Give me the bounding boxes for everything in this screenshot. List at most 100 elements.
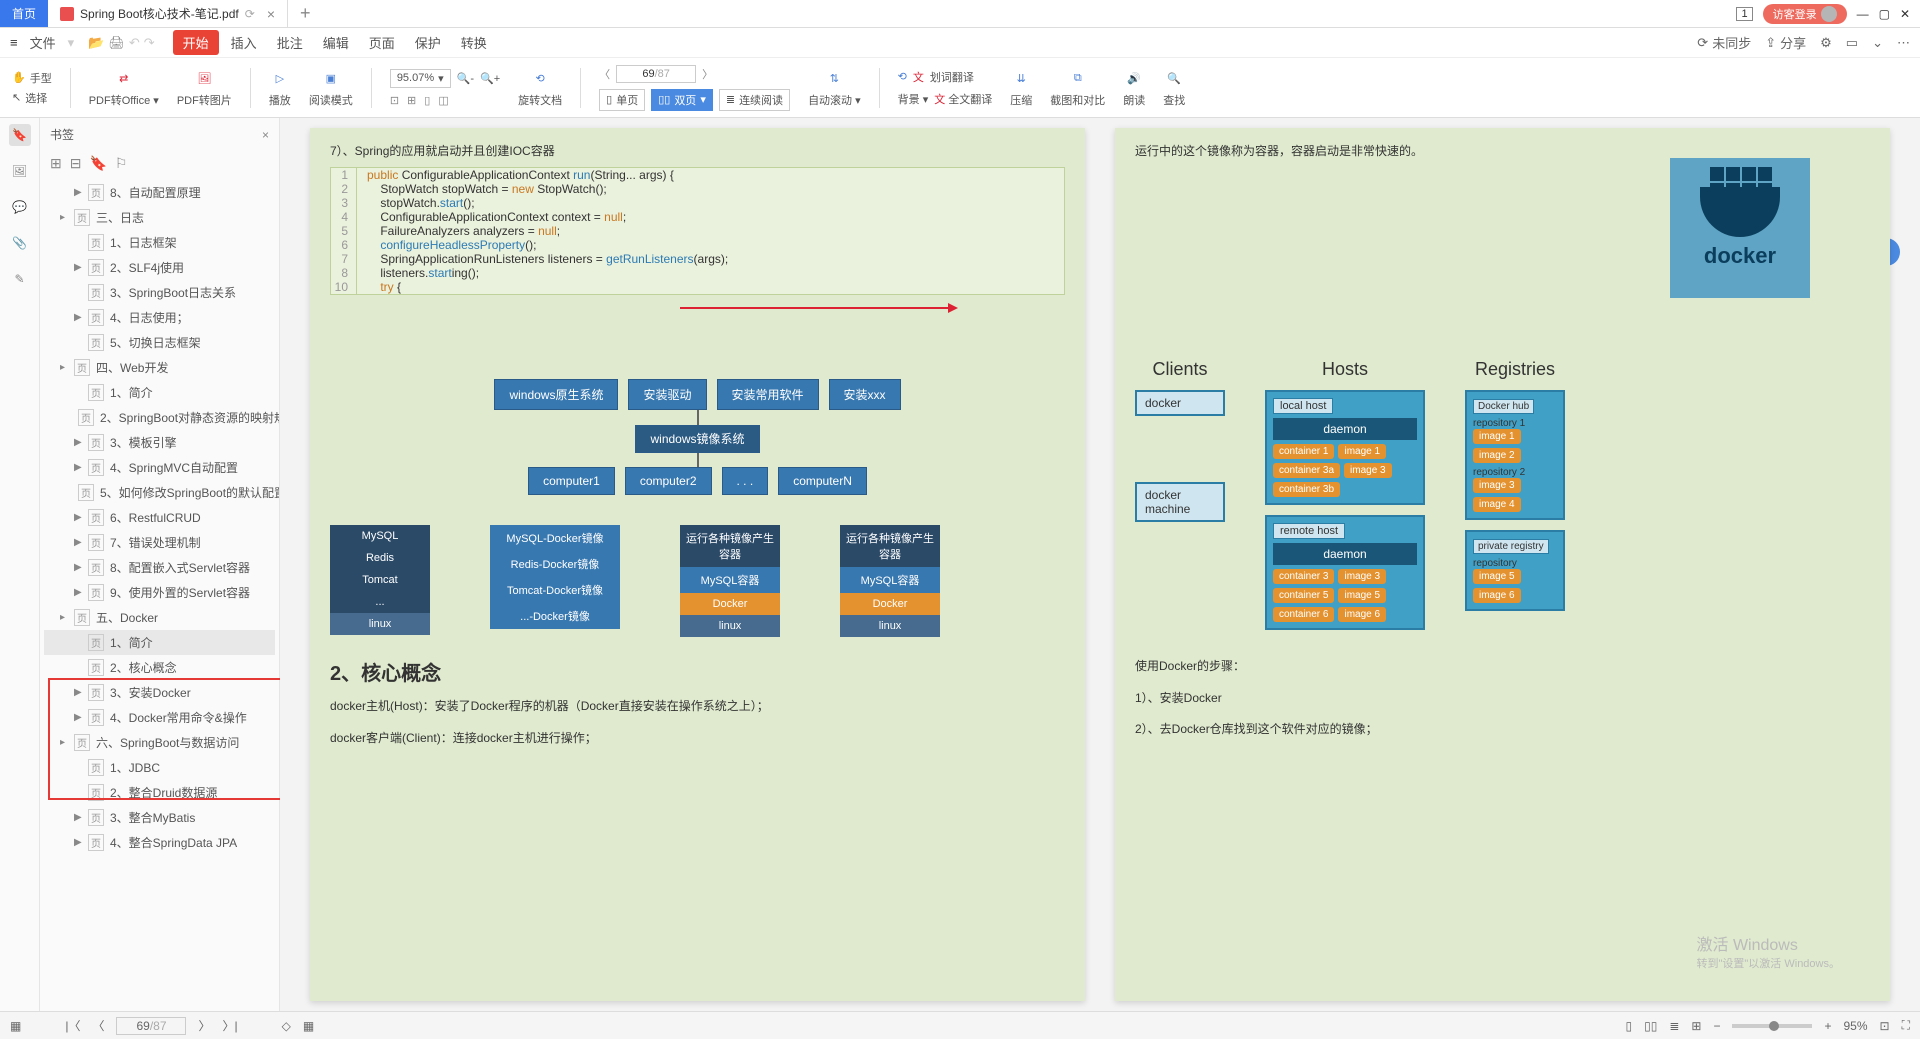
bookmark-item[interactable]: ▶页8、自动配置原理 bbox=[44, 180, 275, 205]
tool-screenshot[interactable]: ⧉截图和对比 bbox=[1050, 68, 1105, 108]
bookmark-item[interactable]: ▶页4、整合SpringData JPA bbox=[44, 830, 275, 855]
bookmark-item[interactable]: ▶页9、使用外置的Servlet容器 bbox=[44, 580, 275, 605]
tool-bg[interactable]: 背景 ▾ bbox=[898, 91, 929, 107]
bookmark-item[interactable]: ▸页五、Docker bbox=[44, 605, 275, 630]
bookmark-item[interactable]: 页3、SpringBoot日志关系 bbox=[44, 280, 275, 305]
bookmark-tree[interactable]: ▶页8、自动配置原理▸页三、日志页1、日志框架▶页2、SLF4j使用页3、Spr… bbox=[40, 176, 279, 1011]
prev-page-icon[interactable]: 〈 bbox=[92, 1017, 104, 1034]
bookmark-item[interactable]: 页5、如何修改SpringBoot的默认配置 bbox=[44, 480, 275, 505]
sync-status[interactable]: ⟳ 未同步 bbox=[1697, 33, 1751, 52]
bookmark-item[interactable]: 页1、简介 bbox=[44, 380, 275, 405]
menu-annotate[interactable]: 批注 bbox=[269, 29, 311, 56]
bookmark-item[interactable]: ▸页六、SpringBoot与数据访问 bbox=[44, 730, 275, 755]
menu-file[interactable]: 文件 bbox=[22, 29, 64, 56]
rail-comment-icon[interactable]: 💬 bbox=[9, 196, 31, 218]
maximize-icon[interactable]: ▢ bbox=[1879, 7, 1890, 21]
close-icon[interactable]: × bbox=[267, 6, 275, 22]
tool-read-mode[interactable]: ▣阅读模式 bbox=[309, 68, 353, 108]
tool-full-trans[interactable]: 文 全文翻译 bbox=[934, 91, 992, 107]
collapse-icon[interactable]: ⊟ bbox=[70, 155, 82, 172]
rail-thumbnail-icon[interactable]: 🖼 bbox=[9, 160, 31, 182]
status-page-input[interactable]: 69/87 bbox=[116, 1017, 186, 1035]
status-zoom-in-icon[interactable]: + bbox=[1824, 1019, 1831, 1033]
tool-compress[interactable]: ⇊压缩 bbox=[1010, 68, 1032, 108]
expand-icon[interactable]: ⊞ bbox=[50, 155, 62, 172]
hamburger-icon[interactable]: ≡ bbox=[10, 35, 18, 50]
tool-auto-scroll[interactable]: ⇅自动滚动 ▾ bbox=[808, 68, 861, 108]
bookmark-item[interactable]: ▶页7、错误处理机制 bbox=[44, 530, 275, 555]
tool-rotate[interactable]: ⟲旋转文档 bbox=[518, 68, 562, 108]
view-continuous[interactable]: ≣ 连续阅读 bbox=[719, 89, 790, 111]
bookmark-item[interactable]: ▶页4、Docker常用命令&操作 bbox=[44, 705, 275, 730]
bookmark-item[interactable]: ▶页6、RestfulCRUD bbox=[44, 505, 275, 530]
status-view-4-icon[interactable]: ⊞ bbox=[1691, 1019, 1701, 1033]
view-single[interactable]: ▯ 单页 bbox=[599, 89, 645, 111]
next-page-icon[interactable]: 〉 bbox=[198, 1017, 210, 1034]
tool-select[interactable]: ↖ 选择 bbox=[12, 90, 52, 106]
bookmark-item[interactable]: 页5、切换日志框架 bbox=[44, 330, 275, 355]
tool-pdf-img[interactable]: 🖼PDF转图片 bbox=[177, 68, 232, 108]
tool-pdf-office[interactable]: ⇄PDF转Office ▾ bbox=[89, 68, 159, 108]
page-prev-icon[interactable]: 〈 bbox=[599, 66, 610, 82]
fit-width-icon[interactable]: ⊡ bbox=[390, 94, 399, 107]
tab-home[interactable]: 首页 bbox=[0, 0, 48, 27]
fit-page-icon[interactable]: ⊞ bbox=[407, 94, 416, 107]
view-double[interactable]: ▯▯ 双页 ▾ bbox=[651, 89, 713, 111]
page-input[interactable]: 69/87 bbox=[616, 65, 696, 83]
bookmark-item[interactable]: 页2、SpringBoot对静态资源的映射规则； bbox=[44, 405, 275, 430]
actual-icon[interactable]: ▯ bbox=[424, 94, 430, 107]
bookmark-item[interactable]: 页2、核心概念 bbox=[44, 655, 275, 680]
bookmark-item[interactable]: 页1、JDBC bbox=[44, 755, 275, 780]
tab-file[interactable]: Spring Boot核心技术-笔记.pdf ⟳ × bbox=[48, 0, 288, 27]
share-button[interactable]: ⇪ 分享 bbox=[1765, 33, 1806, 52]
status-grid-icon[interactable]: ▦ bbox=[303, 1019, 314, 1033]
sidebar-close-icon[interactable]: × bbox=[262, 128, 269, 142]
bookmark-item[interactable]: ▸页四、Web开发 bbox=[44, 355, 275, 380]
rail-draw-icon[interactable]: ✎ bbox=[9, 268, 31, 290]
bookmark-item[interactable]: ▶页4、日志使用； bbox=[44, 305, 275, 330]
bookmark-item[interactable]: 页1、日志框架 bbox=[44, 230, 275, 255]
minimize-icon[interactable]: — bbox=[1857, 7, 1869, 21]
rail-attach-icon[interactable]: 📎 bbox=[9, 232, 31, 254]
status-marker-icon[interactable]: ◇ bbox=[282, 1019, 291, 1033]
content-area[interactable]: ↖ 7）、Spring的应用就启动并且创建IOC容器 1public Confi… bbox=[280, 118, 1920, 1011]
bookmark-item[interactable]: 页1、简介 bbox=[44, 630, 275, 655]
redo-icon[interactable]: ↷ bbox=[144, 35, 155, 51]
tool-word-trans[interactable]: ⟲ 文 划词翻译 bbox=[898, 69, 993, 85]
status-fullscreen-icon[interactable]: ⛶ bbox=[1902, 1018, 1910, 1033]
bookmark-add-icon[interactable]: 🔖 bbox=[89, 155, 106, 172]
bookmark-item[interactable]: ▶页3、整合MyBatis bbox=[44, 805, 275, 830]
status-view-2-icon[interactable]: ▯▯ bbox=[1644, 1019, 1657, 1033]
tool-hand[interactable]: ✋ 手型 bbox=[12, 70, 52, 86]
bookmark-item[interactable]: ▶页8、配置嵌入式Servlet容器 bbox=[44, 555, 275, 580]
status-view-3-icon[interactable]: ≣ bbox=[1669, 1019, 1679, 1033]
status-fit-icon[interactable]: ⊡ bbox=[1880, 1019, 1890, 1033]
window-icon[interactable]: ▭ bbox=[1846, 35, 1858, 51]
tool-play[interactable]: ▷播放 bbox=[269, 68, 291, 108]
rail-bookmark-icon[interactable]: 🔖 bbox=[9, 124, 31, 146]
bookmark-item[interactable]: ▸页三、日志 bbox=[44, 205, 275, 230]
menu-convert[interactable]: 转换 bbox=[453, 29, 495, 56]
first-page-icon[interactable]: |〈 bbox=[65, 1017, 80, 1034]
zoom-out-icon[interactable]: 🔍- bbox=[457, 72, 474, 85]
zoom-slider[interactable] bbox=[1732, 1024, 1812, 1028]
bookmark-item[interactable]: ▶页3、安装Docker bbox=[44, 680, 275, 705]
last-page-icon[interactable]: 〉| bbox=[223, 1017, 238, 1034]
chevron-down-icon[interactable]: ⌄ bbox=[1872, 35, 1883, 51]
menu-page[interactable]: 页面 bbox=[361, 29, 403, 56]
marquee-icon[interactable]: ◫ bbox=[438, 94, 448, 107]
zoom-input[interactable]: 95.07% ▾ bbox=[390, 69, 451, 88]
status-thumb-icon[interactable]: ▦ bbox=[10, 1019, 21, 1033]
status-zoom-out-icon[interactable]: − bbox=[1713, 1019, 1720, 1033]
bookmark-item[interactable]: ▶页4、SpringMVC自动配置 bbox=[44, 455, 275, 480]
window-count-badge[interactable]: 1 bbox=[1736, 7, 1752, 21]
bookmark-item[interactable]: ▶页2、SLF4j使用 bbox=[44, 255, 275, 280]
bookmark-del-icon[interactable]: ⚐ bbox=[115, 155, 128, 172]
guest-login[interactable]: 访客登录 bbox=[1763, 4, 1847, 24]
bookmark-item[interactable]: 页2、整合Druid数据源 bbox=[44, 780, 275, 805]
print-icon[interactable]: 🖨 bbox=[108, 35, 125, 51]
window-close-icon[interactable]: ✕ bbox=[1900, 7, 1910, 21]
zoom-in-icon[interactable]: 🔍+ bbox=[480, 72, 500, 85]
settings-icon[interactable]: ⚙ bbox=[1820, 35, 1832, 51]
tool-read-aloud[interactable]: 🔊朗读 bbox=[1123, 68, 1145, 108]
